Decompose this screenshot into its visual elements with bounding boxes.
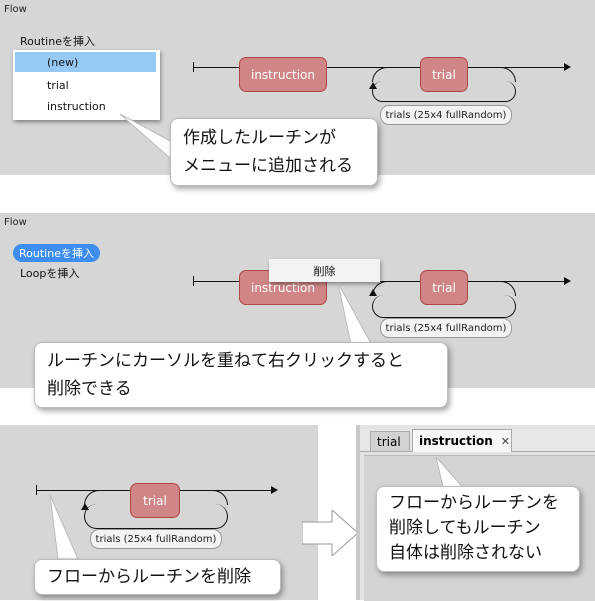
insert-loop-button[interactable]: Loopを挿入 <box>20 265 79 281</box>
callout-line: 自体は削除されない <box>389 543 542 563</box>
callout-line: フローからルーチンを <box>389 493 559 513</box>
routine-trial[interactable]: trial <box>420 57 468 92</box>
menu-item-trial[interactable]: trial <box>13 79 160 92</box>
callout-line: 作成したルーチンが <box>183 128 336 148</box>
routine-trial[interactable]: trial <box>130 483 180 518</box>
insert-routine-button[interactable]: Routineを挿入 <box>13 244 100 262</box>
flow-end-arrow <box>564 277 571 285</box>
routine-menu: (new) trial instruction <box>13 50 160 120</box>
routine-trial[interactable]: trial <box>420 270 468 305</box>
tab-trial[interactable]: trial <box>370 431 410 451</box>
menu-item-new[interactable]: (new) <box>13 56 160 69</box>
callout-remove-from-flow: フローからルーチンを削除 <box>34 559 281 595</box>
loop-arrow-up-icon <box>369 82 377 89</box>
flow-end-arrow <box>564 63 571 71</box>
flow-end-arrow <box>271 486 278 494</box>
callout-tail <box>337 282 375 350</box>
context-menu-delete[interactable]: 削除 <box>269 259 380 282</box>
tab-instruction-label: instruction <box>419 434 493 448</box>
callout-tail <box>49 494 79 560</box>
routine-instruction[interactable]: instruction <box>239 57 327 92</box>
callout-routine-not-deleted: フローからルーチンを 削除してもルーチン 自体は削除されない <box>376 486 580 572</box>
callout-right-click-delete: ルーチンにカーソルを重ねて右クリックすると 削除できる <box>34 342 448 408</box>
callout-line: 削除できる <box>47 379 132 399</box>
tab-instruction[interactable]: instruction ✕ <box>412 429 512 452</box>
callout-line: メニューに追加される <box>183 156 353 176</box>
flow-panel-1: Flow Routineを挿入 instruction trial trials… <box>0 0 595 186</box>
insert-routine-button[interactable]: Routineを挿入 <box>20 33 95 49</box>
close-tab-icon[interactable]: ✕ <box>501 435 510 448</box>
loop-trials-label[interactable]: trials (25x4 fullRandom) <box>380 105 512 125</box>
callout-menu-added: 作成したルーチンが メニューに追加される <box>170 118 378 186</box>
callout-line: ルーチンにカーソルを重ねて右クリックすると <box>47 351 404 371</box>
callout-line: 削除してもルーチン <box>389 518 541 538</box>
flow-panel-title: Flow <box>4 4 27 15</box>
flow-panel-title: Flow <box>4 217 27 228</box>
transition-arrow-icon <box>302 510 359 556</box>
loop-trials-label[interactable]: trials (25x4 fullRandom) <box>380 318 512 338</box>
loop-trials-label[interactable]: trials (25x4 fullRandom) <box>90 529 222 549</box>
